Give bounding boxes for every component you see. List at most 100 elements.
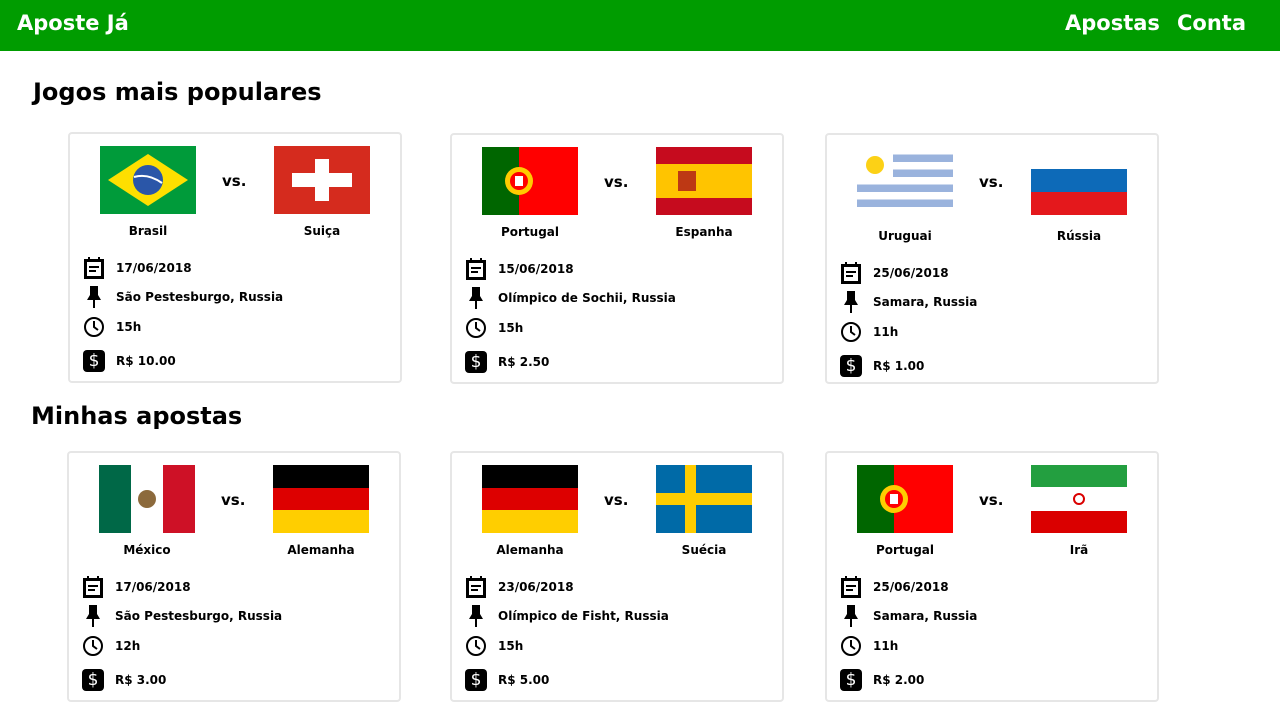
date-row: 17/06/2018 bbox=[81, 575, 191, 599]
match-date: 15/06/2018 bbox=[498, 262, 574, 276]
flag-pt-icon bbox=[482, 147, 578, 215]
clock-icon bbox=[839, 320, 863, 344]
vs-label: vs. bbox=[221, 491, 246, 509]
calendar-icon bbox=[464, 257, 488, 281]
clock-icon bbox=[464, 634, 488, 658]
venue-row: Samara, Russia bbox=[839, 290, 977, 314]
flag-uy-icon bbox=[857, 147, 953, 215]
section-title-my-bets: Minhas apostas bbox=[31, 402, 243, 430]
match-time: 15h bbox=[498, 321, 524, 335]
match-date: 17/06/2018 bbox=[116, 261, 192, 275]
nav-apostas[interactable]: Apostas bbox=[1065, 11, 1160, 35]
match-card[interactable]: vs. Alemanha Suécia 23/06/2018 Olímpico … bbox=[450, 451, 784, 702]
flag-br-icon bbox=[100, 146, 196, 214]
price-row: $ R$ 1.00 bbox=[839, 354, 924, 378]
home-team-name: Brasil bbox=[128, 224, 168, 238]
match-time: 15h bbox=[498, 639, 524, 653]
dollar-icon: $ bbox=[83, 350, 105, 372]
pin-icon bbox=[81, 604, 105, 628]
home-team-name: México bbox=[123, 543, 171, 557]
dollar-icon: $ bbox=[82, 669, 104, 691]
match-card[interactable]: vs. Brasil Suiça 17/06/2018 São Pestesbu… bbox=[68, 132, 402, 383]
pin-icon bbox=[82, 285, 106, 309]
bet-price: R$ 2.50 bbox=[498, 355, 550, 369]
flag-se-icon bbox=[656, 465, 752, 533]
flag-ru-icon bbox=[1031, 147, 1127, 215]
match-venue: Olímpico de Fisht, Russia bbox=[498, 609, 669, 623]
clock-icon bbox=[82, 315, 106, 339]
bet-price: R$ 3.00 bbox=[115, 673, 167, 687]
calendar-icon bbox=[464, 575, 488, 599]
flag-ir-icon bbox=[1031, 465, 1127, 533]
flag-es-icon bbox=[656, 147, 752, 215]
nav-conta[interactable]: Conta bbox=[1177, 11, 1246, 35]
bet-price: R$ 1.00 bbox=[873, 359, 925, 373]
match-card[interactable]: vs. Portugal Espanha 15/06/2018 Olímpico… bbox=[450, 133, 784, 384]
time-row: 11h bbox=[839, 320, 898, 344]
match-date: 23/06/2018 bbox=[498, 580, 574, 594]
venue-row: Samara, Russia bbox=[839, 604, 977, 628]
venue-row: São Pestesburgo, Russia bbox=[82, 285, 283, 309]
match-card[interactable]: vs. Portugal Irã 25/06/2018 Samara, Russ… bbox=[825, 451, 1159, 702]
match-date: 25/06/2018 bbox=[873, 266, 949, 280]
price-row: $ R$ 3.00 bbox=[81, 668, 166, 692]
match-venue: Samara, Russia bbox=[873, 609, 978, 623]
bet-price: R$ 10.00 bbox=[116, 354, 176, 368]
price-row: $ R$ 10.00 bbox=[82, 349, 176, 373]
dollar-icon: $ bbox=[465, 669, 487, 691]
home-team-name: Alemanha bbox=[496, 543, 564, 557]
match-venue: Olímpico de Sochii, Russia bbox=[498, 291, 676, 305]
dollar-icon: $ bbox=[465, 351, 487, 373]
bet-price: R$ 5.00 bbox=[498, 673, 550, 687]
price-row: $ R$ 2.50 bbox=[464, 350, 549, 374]
vs-label: vs. bbox=[222, 172, 247, 190]
time-row: 11h bbox=[839, 634, 898, 658]
top-navbar: Aposte Já Apostas Conta bbox=[0, 0, 1280, 51]
bet-price: R$ 2.00 bbox=[873, 673, 925, 687]
clock-icon bbox=[81, 634, 105, 658]
pin-icon bbox=[464, 286, 488, 310]
match-venue: São Pestesburgo, Russia bbox=[116, 290, 284, 304]
away-team-name: Suiça bbox=[303, 224, 341, 238]
match-time: 11h bbox=[873, 639, 899, 653]
brand-logo[interactable]: Aposte Já bbox=[17, 11, 129, 35]
flag-de-icon bbox=[273, 465, 369, 533]
flag-de-icon bbox=[482, 465, 578, 533]
section-title-popular: Jogos mais populares bbox=[33, 78, 322, 106]
match-date: 25/06/2018 bbox=[873, 580, 949, 594]
time-row: 15h bbox=[464, 634, 523, 658]
match-venue: São Pestesburgo, Russia bbox=[115, 609, 283, 623]
time-row: 12h bbox=[81, 634, 140, 658]
calendar-icon bbox=[839, 261, 863, 285]
flag-pt-icon bbox=[857, 465, 953, 533]
away-team-name: Alemanha bbox=[287, 543, 355, 557]
calendar-icon bbox=[82, 256, 106, 280]
home-team-name: Uruguai bbox=[878, 229, 932, 243]
pin-icon bbox=[839, 290, 863, 314]
match-time: 11h bbox=[873, 325, 899, 339]
clock-icon bbox=[464, 316, 488, 340]
match-date: 17/06/2018 bbox=[115, 580, 191, 594]
calendar-icon bbox=[81, 575, 105, 599]
flag-mx-icon bbox=[99, 465, 195, 533]
home-team-name: Portugal bbox=[875, 543, 935, 557]
dollar-icon: $ bbox=[840, 355, 862, 377]
flag-ch-icon bbox=[274, 146, 370, 214]
home-team-name: Portugal bbox=[500, 225, 560, 239]
away-team-name: Espanha bbox=[675, 225, 733, 239]
match-card[interactable]: vs. México Alemanha 17/06/2018 São Peste… bbox=[67, 451, 401, 702]
away-team-name: Suécia bbox=[681, 543, 727, 557]
pin-icon bbox=[839, 604, 863, 628]
date-row: 25/06/2018 bbox=[839, 575, 949, 599]
pin-icon bbox=[464, 604, 488, 628]
match-venue: Samara, Russia bbox=[873, 295, 978, 309]
vs-label: vs. bbox=[604, 491, 629, 509]
venue-row: São Pestesburgo, Russia bbox=[81, 604, 282, 628]
venue-row: Olímpico de Sochii, Russia bbox=[464, 286, 676, 310]
time-row: 15h bbox=[464, 316, 523, 340]
clock-icon bbox=[839, 634, 863, 658]
price-row: $ R$ 2.00 bbox=[839, 668, 924, 692]
match-card[interactable]: vs. Uruguai Rússia 25/06/2018 Samara, Ru… bbox=[825, 133, 1159, 384]
date-row: 23/06/2018 bbox=[464, 575, 574, 599]
price-row: $ R$ 5.00 bbox=[464, 668, 549, 692]
